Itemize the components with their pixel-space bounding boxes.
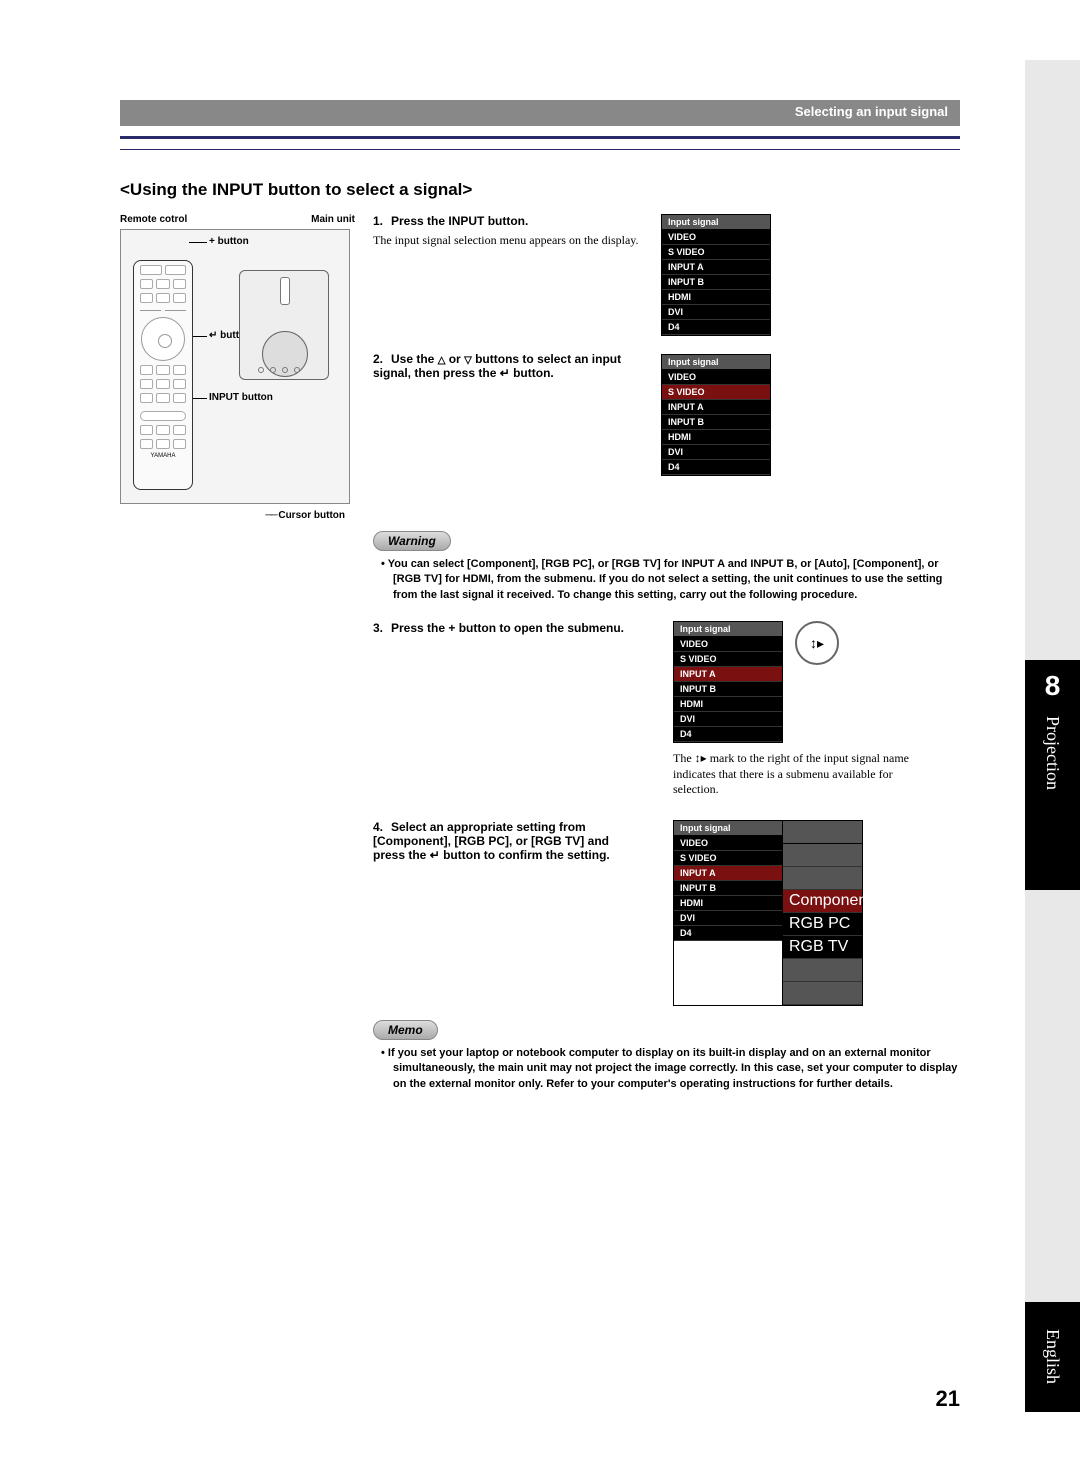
osd-menu-2: Input signal VIDEO S VIDEO INPUT A INPUT… (661, 354, 771, 476)
warning-text: You can select [Component], [RGB PC], or… (393, 557, 960, 603)
step-4: 4.Select an appropriate setting from [Co… (373, 820, 643, 863)
step-2: 2.Use the △ or ▽ buttons to select an in… (373, 352, 643, 472)
chapter-number: 8 (1025, 660, 1080, 702)
enter-icon-2: ↵ (430, 848, 440, 862)
step-3: 3.Press the + button to open the submenu… (373, 621, 643, 635)
memo-pill: Memo (373, 1020, 438, 1040)
remote-illustration: YAMAHA (133, 260, 193, 490)
osd-submenu: Component RGB PC RGB TV (783, 820, 863, 1006)
submenu-mark-callout: ↕▸ (795, 621, 839, 665)
submenu-mark-icon-inline: ↕▸ (695, 751, 707, 765)
right-column-top: Input signal VIDEO S VIDEO INPUT A INPUT… (661, 214, 960, 521)
down-triangle-icon: ▽ (464, 355, 472, 366)
main-unit-illustration (239, 270, 329, 380)
memo-block: Memo If you set your laptop or notebook … (373, 1020, 960, 1092)
callout-input-button: INPUT button (209, 392, 273, 403)
rule-thin (120, 149, 960, 150)
section-title: <Using the INPUT button to select a sign… (120, 180, 960, 200)
enter-icon: ↵ (500, 366, 510, 380)
manual-page: Selecting an input signal <Using the INP… (0, 0, 1080, 1472)
language-label: English (1042, 1329, 1063, 1384)
middle-column: 1.Press the INPUT button. The input sign… (373, 214, 643, 521)
callout-cursor-button: ── Cursor button (120, 510, 355, 521)
submenu-mark-icon: ↕▸ (810, 635, 824, 652)
warning-pill: Warning (373, 531, 451, 551)
osd-menu-1: Input signal VIDEO S VIDEO INPUT A INPUT… (661, 214, 771, 336)
osd-menu-3: Input signal VIDEO S VIDEO INPUT A INPUT… (673, 621, 783, 743)
brand-logo: YAMAHA (134, 453, 192, 459)
language-tab: English (1025, 1302, 1080, 1412)
content-area: <Using the INPUT button to select a sign… (120, 180, 960, 1092)
columns: Remote cotrol Main unit + button ↵ butto… (120, 214, 960, 521)
memo-text: If you set your laptop or notebook compu… (393, 1046, 960, 1092)
chapter-tab: 8 Projection (1025, 660, 1080, 890)
breadcrumb: Selecting an input signal (795, 104, 948, 119)
step-1: 1.Press the INPUT button. The input sign… (373, 214, 643, 324)
step-4-row: 4.Select an appropriate setting from [Co… (373, 820, 960, 1006)
section-header-band: Selecting an input signal (120, 100, 960, 126)
osd-menu-4: Input signal VIDEO S VIDEO INPUT A INPUT… (673, 820, 863, 1006)
left-column: Remote cotrol Main unit + button ↵ butto… (120, 214, 355, 521)
dpad-icon (141, 317, 185, 361)
remote-figure: + button ↵ button INPUT button (120, 229, 350, 504)
rule-thick (120, 136, 960, 139)
warning-block: Warning You can select [Component], [RGB… (373, 531, 960, 603)
page-number: 21 (936, 1386, 960, 1412)
submenu-note: The ↕▸ mark to the right of the input si… (673, 751, 913, 798)
fig-label-main: Main unit (311, 214, 355, 225)
fig-label-remote: Remote cotrol (120, 214, 187, 225)
callout-plus-button: + button (209, 236, 249, 247)
step-3-row: 3.Press the + button to open the submenu… (373, 621, 960, 798)
chapter-name: Projection (1042, 716, 1063, 790)
